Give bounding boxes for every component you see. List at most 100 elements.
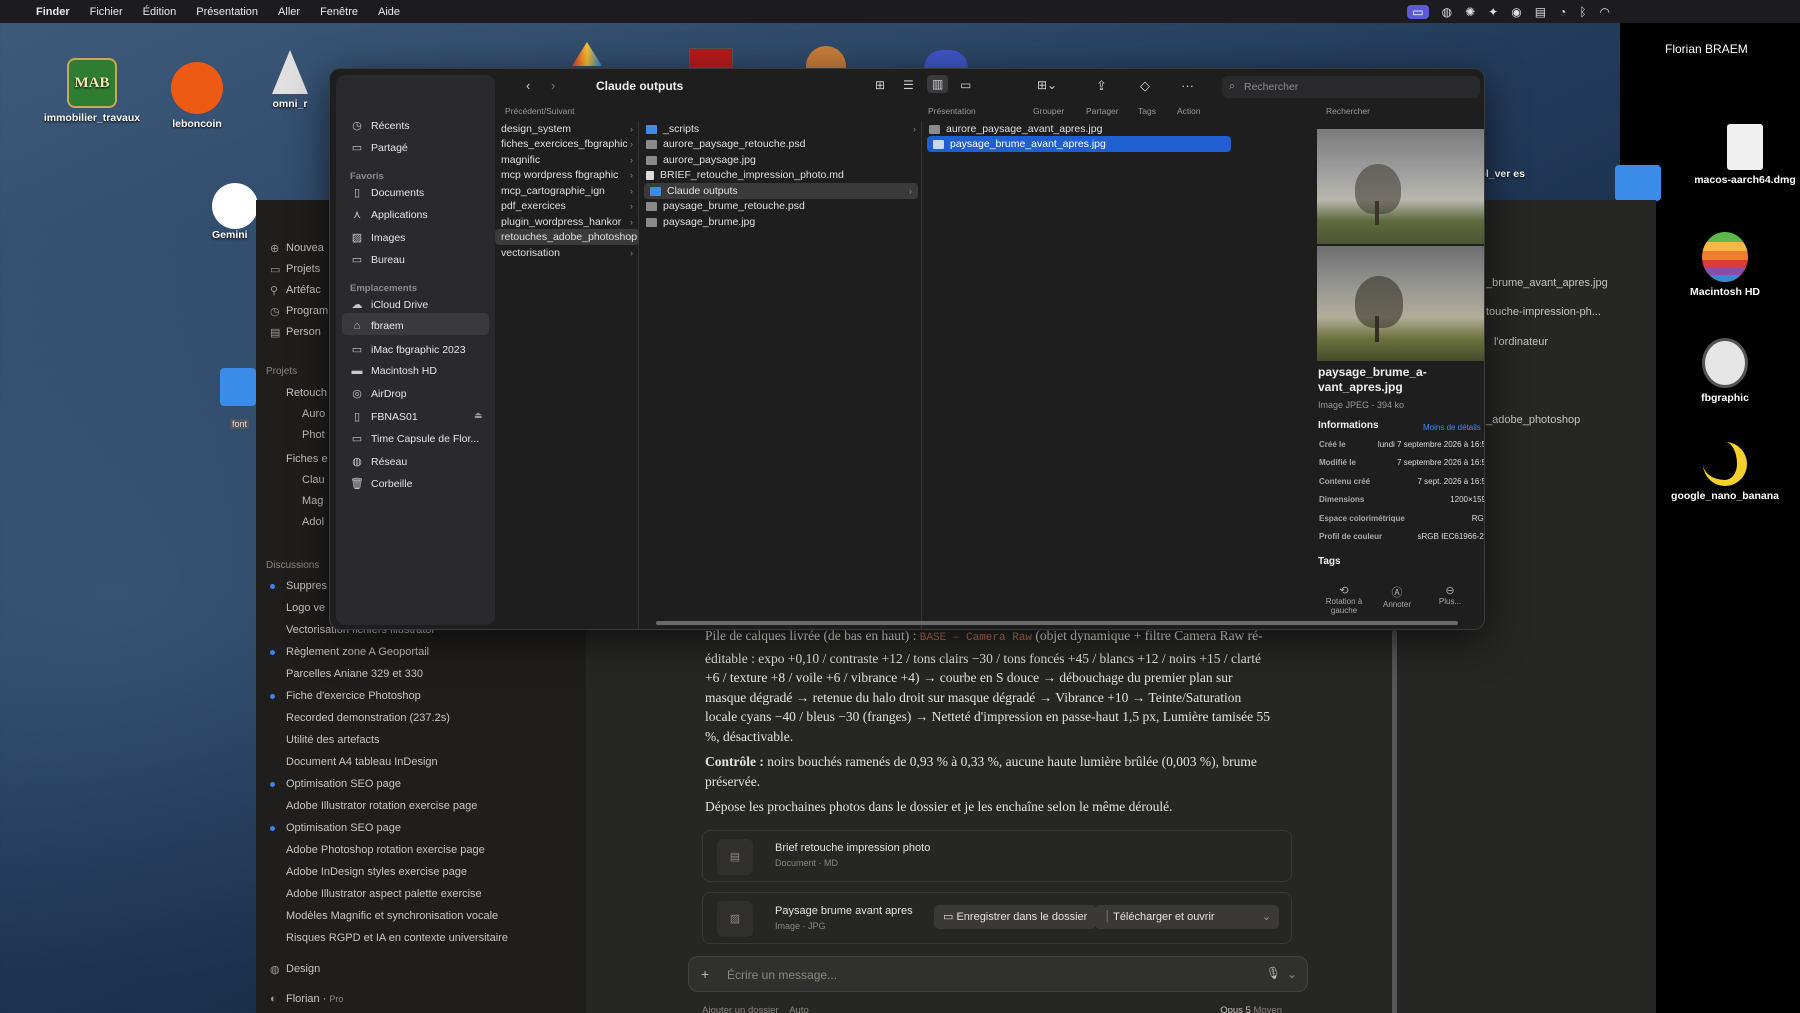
- add-folder-button[interactable]: Ajouter un dossier: [702, 1005, 779, 1013]
- project-sub-phot[interactable]: Phot: [302, 429, 325, 441]
- discussion-item[interactable]: Adobe Photoshop rotation exercise page: [286, 844, 485, 856]
- sidebar-item-images[interactable]: ▨ Images: [350, 231, 406, 245]
- panel-file-1[interactable]: _brume_avant_apres.jpg: [1486, 277, 1608, 289]
- discussion-item[interactable]: Adobe Illustrator aspect palette exercis…: [286, 888, 482, 900]
- project-sub-auro[interactable]: Auro: [302, 408, 325, 420]
- discussion-item[interactable]: Utilité des artefacts: [286, 734, 380, 746]
- group-button[interactable]: ⊞⌄: [1037, 78, 1057, 92]
- project-sub-clau[interactable]: Clau: [302, 474, 325, 486]
- microphone-icon[interactable]: 🎙: [1266, 966, 1281, 980]
- status-icon[interactable]: ◍: [1442, 5, 1452, 19]
- discussion-item[interactable]: Modèles Magnific et synchronisation voca…: [286, 910, 498, 922]
- icon-view-button[interactable]: ⊞: [875, 78, 885, 92]
- save-to-folder-button[interactable]: ▭ Enregistrer dans le dossier: [934, 905, 1097, 929]
- desktop-icon-nano-banana[interactable]: google_nano_banana: [1670, 442, 1780, 502]
- nav-artifacts[interactable]: ⚲ Artéfac: [270, 284, 321, 297]
- list-item[interactable]: design_system ›: [495, 121, 639, 137]
- list-view-button[interactable]: ☰: [903, 78, 914, 92]
- list-item[interactable]: paysage_brume_retouche.psd: [640, 198, 922, 214]
- file-card-brief[interactable]: ▤ Brief retouche impression photo Docume…: [702, 830, 1292, 882]
- list-item[interactable]: aurore_paysage_avant_apres.jpg: [923, 121, 1317, 137]
- discussion-item[interactable]: Logo ve: [286, 602, 325, 614]
- menu-fichier[interactable]: Fichier: [90, 6, 123, 18]
- project-fiches[interactable]: Fiches e: [286, 453, 328, 465]
- column-view-button[interactable]: ▥: [927, 75, 949, 93]
- sidebar-item-icloud[interactable]: ☁ iCloud Drive: [350, 298, 429, 312]
- discussion-item[interactable]: Parcelles Aniane 329 et 330: [286, 668, 423, 680]
- annotate-button[interactable]: Ⓐ Annoter: [1375, 584, 1419, 609]
- list-item[interactable]: plugin_wordpress_hankor ›: [495, 214, 639, 230]
- nav-new[interactable]: ⊕ Nouvea: [270, 242, 324, 255]
- tag-icon[interactable]: ◇: [1140, 78, 1150, 94]
- less-details-link[interactable]: Moins de détails: [1423, 423, 1484, 432]
- desktop-icon-omni[interactable]: omni_r: [260, 50, 320, 110]
- discussion-item[interactable]: Fiche d'exercice Photoshop: [286, 690, 421, 702]
- menu-aide[interactable]: Aide: [378, 6, 400, 18]
- list-item[interactable]: aurore_paysage.jpg: [640, 152, 922, 168]
- effort-selector[interactable]: Moyen: [1253, 1005, 1282, 1013]
- menu-aller[interactable]: Aller: [278, 6, 300, 18]
- discussion-item[interactable]: Optimisation SEO page: [286, 778, 401, 790]
- rotate-left-button[interactable]: ⟲ Rotation à gauche: [1320, 584, 1368, 615]
- discussion-item[interactable]: Adobe Illustrator rotation exercise page: [286, 800, 477, 812]
- desktop-icon-dmg[interactable]: macos-aarch64.dmg: [1690, 124, 1800, 186]
- sidebar-item-macintosh-hd[interactable]: ▬ Macintosh HD: [350, 365, 437, 377]
- action-icon[interactable]: ···: [1181, 78, 1194, 93]
- list-item[interactable]: pdf_exercices ›: [495, 198, 639, 214]
- message-composer[interactable]: + Écrire un message... 🎙 ⌄: [688, 956, 1308, 992]
- sidebar-item-documents[interactable]: ▯ Documents: [350, 186, 424, 200]
- discussion-item[interactable]: Document A4 tableau InDesign: [286, 756, 438, 768]
- auto-toggle[interactable]: Auto: [789, 1005, 809, 1013]
- list-item[interactable]: magnific ›: [495, 152, 639, 168]
- list-item[interactable]: BRIEF_retouche_impression_photo.md: [640, 167, 922, 183]
- user-account[interactable]: ◐ Florian · Pro: [270, 993, 343, 1005]
- app-icon-partial-2[interactable]: [689, 48, 733, 68]
- file-card-image[interactable]: ▨ Paysage brume avant apres Image · JPG …: [702, 892, 1292, 944]
- sidebar-item-airdrop[interactable]: ◎ AirDrop: [350, 387, 406, 401]
- download-open-button[interactable]: ⏐ Télécharger et ouvrir ⌄: [1095, 905, 1279, 929]
- list-item[interactable]: paysage_brume.jpg: [640, 214, 922, 230]
- desktop-icon-el-ver[interactable]: el_ver es: [1480, 168, 1530, 180]
- wifi-icon[interactable]: ◠: [1600, 5, 1610, 19]
- bluetooth-icon[interactable]: ᛒ: [1579, 5, 1586, 19]
- brightness-icon[interactable]: ✺: [1465, 5, 1475, 19]
- drive-icon[interactable]: ▤: [1535, 5, 1546, 19]
- panel-file-2[interactable]: touche-impression-ph...: [1486, 306, 1601, 318]
- menu-app-finder[interactable]: Finder: [36, 6, 70, 18]
- back-button[interactable]: ‹: [526, 78, 530, 93]
- nav-programs[interactable]: ◷ Program: [270, 305, 328, 318]
- desktop-icon-gemini[interactable]: Gemini: [212, 183, 262, 241]
- project-retouch[interactable]: Retouch: [286, 387, 327, 399]
- time-machine-icon[interactable]: ◔: [1559, 5, 1566, 19]
- discussion-item[interactable]: Recorded demonstration (237.2s): [286, 712, 450, 724]
- project-sub-mag[interactable]: Mag: [302, 495, 323, 507]
- sidebar-item-applications[interactable]: ⋏ Applications: [350, 208, 428, 222]
- horizontal-scrollbar[interactable]: [656, 621, 1458, 625]
- discussion-item[interactable]: Règlement zone A Geoportail: [286, 646, 429, 658]
- desktop-icon-immobilier[interactable]: MAB immobilier_travaux: [37, 58, 147, 124]
- list-item-selected[interactable]: paysage_brume_avant_apres.jpg: [927, 136, 1231, 152]
- plus-icon[interactable]: +: [701, 966, 709, 982]
- list-item[interactable]: mcp_cartographie_ign ›: [495, 183, 639, 199]
- project-sub-adol[interactable]: Adol: [302, 516, 324, 528]
- share-icon[interactable]: ⇪: [1096, 78, 1107, 94]
- panel-ordinateur[interactable]: l'ordinateur: [1494, 336, 1548, 348]
- desktop-icon-leboncoin[interactable]: leboncoin: [142, 62, 252, 130]
- sidebar-item-fbnas01[interactable]: ▯ FBNAS01: [350, 410, 418, 424]
- discussion-item[interactable]: Suppres: [286, 580, 327, 592]
- list-item[interactable]: _scripts ›: [640, 121, 922, 137]
- panel-folder[interactable]: _adobe_photoshop: [1486, 414, 1580, 426]
- sidebar-item-bureau[interactable]: ▭ Bureau: [350, 253, 405, 267]
- discussion-item[interactable]: Adobe InDesign styles exercise page: [286, 866, 467, 878]
- menu-fenetre[interactable]: Fenêtre: [320, 6, 358, 18]
- nav-design[interactable]: ◍ Design: [270, 963, 320, 976]
- list-item-selected[interactable]: retouches_adobe_photoshop ›: [495, 229, 639, 245]
- gallery-view-button[interactable]: ▭: [960, 78, 971, 92]
- sparkle-icon[interactable]: ✦: [1488, 5, 1498, 19]
- sidebar-item-partage[interactable]: ▭ Partagé: [350, 141, 408, 155]
- chevron-down-icon[interactable]: ⌄: [1287, 967, 1297, 981]
- desktop-folder-icon[interactable]: [1615, 165, 1661, 201]
- list-item-selected[interactable]: Claude outputs ›: [644, 183, 918, 199]
- chat-scrollbar[interactable]: [1392, 630, 1397, 1013]
- list-item[interactable]: mcp wordpress fbgraphic ›: [495, 167, 639, 183]
